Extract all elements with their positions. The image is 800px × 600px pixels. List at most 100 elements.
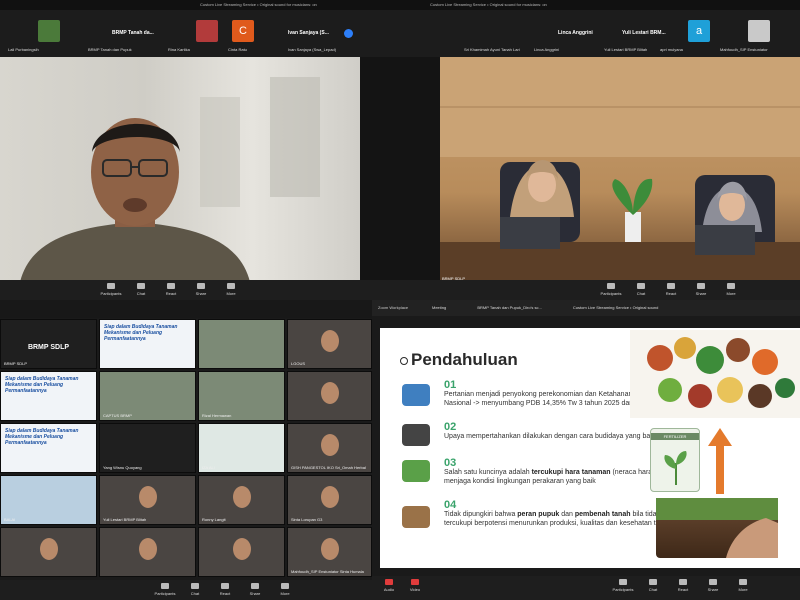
participant-face [138,486,157,508]
more-button[interactable]: More [270,583,300,596]
gallery-tile[interactable] [287,371,372,421]
gallery-tile[interactable]: Siap dalam Budidaya Tanaman Mekanisme da… [99,319,196,369]
gallery-tile[interactable]: Yuli Lestari BRMP Blitah [99,475,196,525]
participant-name: Yuli Lestari BRMP Blitah [604,47,648,52]
tab-meeting[interactable]: Meeting [432,305,446,310]
react-button[interactable]: React [210,583,240,596]
participants-button[interactable]: Participants [96,283,126,296]
gallery-tile[interactable]: BALAI [0,475,97,525]
participant-name: Ronny Langit [202,517,226,522]
share-button[interactable]: Share [240,583,270,596]
chat-button[interactable]: Chat [180,583,210,596]
chat-button[interactable]: Chat [626,283,656,296]
participant-face [320,538,339,560]
chat-icon [137,283,145,289]
farming-tools-icon [402,424,430,446]
gallery-tile[interactable]: GISH PANGESTOL IKO Sri_Omah Herbal [287,423,372,473]
participant-name: Cinta Ratu [228,47,247,52]
participant-name: apri mulyana [660,47,683,52]
participants-button[interactable]: Participants [150,583,180,596]
participant-thumb[interactable]: Sri Khamimah Ayuni Tanah Lari [460,14,540,54]
seedling-icon [402,460,430,482]
more-button[interactable]: More [716,283,746,296]
gallery-tile[interactable]: LGOUS [287,319,372,369]
participant-name: Ivan Sanjaya (Swa_Lepad) [288,47,337,52]
react-button[interactable]: React [156,283,186,296]
more-icon [739,579,747,585]
participant-name: Mahfoudh_SIP Enstuniator Sinta Humala [291,569,364,574]
gallery-tile[interactable]: Mahfoudh_SIP Enstuniator Sinta Humala [287,527,372,577]
gallery-tile[interactable]: Siap dalam Budidaya Tanaman Mekanisme da… [0,371,97,421]
gallery-tile[interactable]: Siap dalam Budidaya Tanaman Mekanisme da… [0,423,97,473]
more-icon [227,283,235,289]
tab-bar: Meeting BRMP Tanah dan Pupuk_Diro's sc..… [432,300,658,316]
gallery-tile[interactable]: CAPTUS BRMP [99,371,196,421]
gallery-tile[interactable] [198,527,285,577]
participant-thumb[interactable]: Mahfoudh_SIP Enstuniator [716,14,796,54]
share-button[interactable]: Share [186,283,216,296]
gallery-tile[interactable]: IZA ALI [198,423,285,473]
participant-name: Lali Purbaningsih [8,47,39,52]
gallery-tile[interactable]: Rizal Hermawan [198,371,285,421]
share-button[interactable]: Share [698,579,728,592]
participant-face [232,486,251,508]
tile-caption: BRMP SDLP [27,344,70,351]
gallery-tile[interactable]: Sinta Lorupan G3 [287,475,372,525]
sidebar [360,57,400,282]
chat-button[interactable]: Chat [638,579,668,592]
fertilizer-bag-image: FERTILIZER [650,428,700,492]
window-titlebar: Custom Live Streaming Service • Original… [0,0,400,10]
tab-share[interactable]: BRMP Tanah dan Pupuk_Diro's sc... [477,305,541,310]
video-button[interactable]: Video [400,579,430,592]
participants-button[interactable]: Participants [608,579,638,592]
vegetables-image [630,330,800,418]
up-arrow-icon [708,428,732,494]
participant-thumb[interactable]: Lali Purbaningsih [4,14,84,54]
more-button[interactable]: More [728,579,758,592]
meeting-controls: Participants Chat React Share More [0,580,372,600]
gallery-tile[interactable]: Ronny Langit [198,475,285,525]
list-item: 04 Tidak dipungkiri bahwa peran pupuk da… [444,499,674,527]
more-icon [281,583,289,589]
growth-chart-icon [402,384,430,406]
participant-thumb[interactable]: Linca Anggrini Linca Anggrini [530,14,610,54]
gallery-tile[interactable] [0,527,97,577]
participant-name: Mahfoudh_SIP Enstuniator [720,47,768,52]
chat-button[interactable]: Chat [126,283,156,296]
zoom-shared-slide: Zoom Workplace Meeting BRMP Tanah dan Pu… [372,300,800,600]
participant-name: Rizal Hermawan [202,413,232,418]
react-button[interactable]: React [668,579,698,592]
participant-name: GISH PANGESTOL IKO Sri_Omah Herbal [291,465,366,470]
tab-stream[interactable]: Custom Live Streaming Service • Original… [573,305,658,310]
list-item: 03 Salah satu kuncinya adalah tercukupi … [444,457,669,485]
participants-icon [107,283,115,289]
participant-thumb[interactable]: BRMP Tanah da... BRMP Tanah dan Pupuk [84,14,164,54]
next-page-icon[interactable] [344,29,353,38]
participants-button[interactable]: Participants [596,283,626,296]
tile-slide-title: Siap dalam Budidaya Tanaman Mekanisme da… [5,376,79,394]
window-titlebar: Custom Live Streaming Service • Original… [400,0,800,10]
participant-face [320,382,339,404]
meeting-controls: Participants Chat React Share More [400,280,800,300]
share-button[interactable]: Share [686,283,716,296]
gallery-tile[interactable] [99,527,196,577]
participant-name: Linca Anggrini [534,47,560,52]
react-icon [679,579,687,585]
participants-icon [619,579,627,585]
participant-face [320,486,339,508]
gallery-tile[interactable] [198,319,285,369]
participant-name: IZA ALI [202,465,215,470]
more-icon [727,283,735,289]
react-button[interactable]: React [656,283,686,296]
share-icon [709,579,717,585]
participant-face [232,538,251,560]
slide-title: Pendahuluan [400,350,518,370]
avatar: C [232,20,254,42]
gallery-tile[interactable]: Yang Wisnu Quoyang [99,423,196,473]
more-button[interactable]: More [216,283,246,296]
gallery-tile[interactable]: BRMP SDLP BRMP SDLP [0,319,97,369]
app-name: Zoom Workplace [378,305,409,310]
react-icon [667,283,675,289]
chat-icon [191,583,199,589]
participant-name: Sinta Lorupan G3 [291,517,323,522]
